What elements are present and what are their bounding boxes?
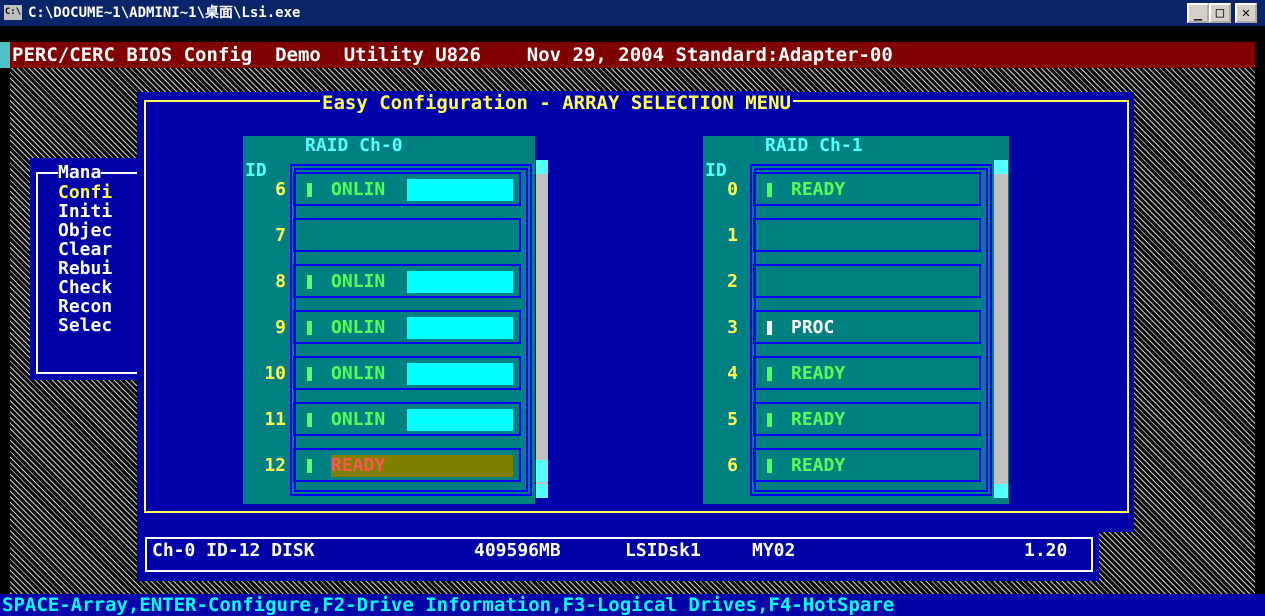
drive-vendor: LSIDsk1: [625, 540, 701, 561]
drive-marker-icon: [307, 413, 312, 427]
minimize-button[interactable]: _: [1187, 3, 1209, 23]
management-menu-list: Confi Initi Objec Clear Rebui Check Reco…: [58, 183, 112, 335]
scroll-down-arrow[interactable]: [536, 484, 548, 498]
drive-marker-icon: [767, 367, 772, 381]
drive-marker-icon: [307, 321, 312, 335]
scroll-down-arrow[interactable]: [994, 484, 1008, 498]
drive-revision: 1.20: [1024, 540, 1068, 561]
scroll-up-arrow[interactable]: [994, 160, 1008, 174]
online-bar: [407, 317, 513, 339]
disk-id: 0: [727, 179, 738, 200]
disk-slot[interactable]: READY: [753, 356, 981, 390]
drive-model: MY02: [752, 540, 796, 561]
channel-0-title: RAID Ch-0: [305, 135, 403, 156]
disk-slot[interactable]: [753, 218, 981, 252]
management-menu-title: Mana: [58, 162, 102, 183]
scroll-up-arrow[interactable]: [536, 160, 548, 174]
disk-id: 10: [264, 363, 286, 384]
maximize-button[interactable]: □: [1209, 3, 1231, 23]
menu-item-clear[interactable]: Clear: [58, 240, 112, 259]
disk-slot[interactable]: [293, 218, 521, 252]
disk-id: 6: [727, 455, 738, 476]
disk-id: 12: [264, 455, 286, 476]
channel-1-id-label: ID: [705, 160, 727, 181]
disk-id: 7: [275, 225, 286, 246]
disk-id: 8: [275, 271, 286, 292]
disk-id: 5: [727, 409, 738, 430]
disk-slot[interactable]: ONLIN: [293, 356, 521, 390]
drive-marker-icon: [767, 321, 772, 335]
disk-status: ONLIN: [331, 363, 386, 384]
disk-status: ONLIN: [331, 271, 386, 292]
key-help-footer: SPACE-Array,ENTER-Configure,F2-Drive Inf…: [0, 594, 1265, 616]
drive-marker-icon: [307, 183, 312, 197]
disk-id: 2: [727, 271, 738, 292]
dialog-title: Easy Configuration - ARRAY SELECTION MEN…: [320, 91, 793, 115]
disk-slot[interactable]: ONLIN: [293, 172, 521, 206]
close-button[interactable]: ✕: [1235, 3, 1257, 23]
menu-item-check[interactable]: Check: [58, 278, 112, 297]
disk-status: PROC: [791, 317, 835, 338]
drive-size: 409596MB: [474, 540, 561, 561]
menu-item-configure[interactable]: Confi: [58, 183, 112, 202]
utility-header: PERC/CERC BIOS Config Demo Utility U826 …: [10, 42, 1255, 68]
disk-slot[interactable]: READY: [753, 448, 981, 482]
disk-status: READY: [791, 455, 846, 476]
disk-slot[interactable]: [753, 264, 981, 298]
menu-item-initialize[interactable]: Initi: [58, 202, 112, 221]
channel-0-id-label: ID: [245, 160, 267, 181]
drive-marker-icon: [767, 459, 772, 473]
console-icon[interactable]: C:\: [4, 5, 22, 20]
cursor-strip: [0, 42, 10, 68]
online-bar: [407, 409, 513, 431]
disk-slot[interactable]: ONLIN: [293, 402, 521, 436]
disk-slot[interactable]: READY: [753, 402, 981, 436]
disk-id: 1: [727, 225, 738, 246]
disk-status: ONLIN: [331, 317, 386, 338]
disk-id: 11: [264, 409, 286, 430]
menu-item-objects[interactable]: Objec: [58, 221, 112, 240]
disk-status: READY: [331, 455, 386, 476]
window-title: C:\DOCUME~1\ADMINI~1\桌面\Lsi.exe: [28, 5, 301, 21]
scroll-thumb[interactable]: [536, 460, 548, 482]
drive-marker-icon: [767, 413, 772, 427]
disk-slot[interactable]: ONLIN: [293, 310, 521, 344]
drive-marker-icon: [307, 459, 312, 473]
menu-item-select[interactable]: Selec: [58, 316, 112, 335]
menu-item-reconstruct[interactable]: Recon: [58, 297, 112, 316]
window-title-bar: C:\ C:\DOCUME~1\ADMINI~1\桌面\Lsi.exe _ □ …: [0, 0, 1265, 26]
disk-slot[interactable]: ONLIN: [293, 264, 521, 298]
disk-slot[interactable]: PROC: [753, 310, 981, 344]
online-bar: [407, 271, 513, 293]
channel-1-title: RAID Ch-1: [765, 135, 863, 156]
online-bar: [407, 363, 513, 385]
online-bar: [407, 179, 513, 201]
disk-slot[interactable]: READY: [753, 172, 981, 206]
disk-status: READY: [791, 179, 846, 200]
disk-status: READY: [791, 363, 846, 384]
drive-marker-icon: [307, 367, 312, 381]
drive-location: Ch-0 ID-12 DISK: [152, 540, 315, 561]
disk-id: 6: [275, 179, 286, 200]
channel-1-scrollbar[interactable]: [994, 160, 1008, 498]
disk-slot[interactable]: READY: [293, 448, 521, 482]
disk-status: ONLIN: [331, 179, 386, 200]
disk-id: 4: [727, 363, 738, 384]
disk-id: 9: [275, 317, 286, 338]
disk-id: 3: [727, 317, 738, 338]
menu-item-rebuild[interactable]: Rebui: [58, 259, 112, 278]
drive-marker-icon: [767, 183, 772, 197]
disk-status: ONLIN: [331, 409, 386, 430]
drive-marker-icon: [307, 275, 312, 289]
disk-status: READY: [791, 409, 846, 430]
channel-0-scrollbar[interactable]: [536, 160, 548, 498]
